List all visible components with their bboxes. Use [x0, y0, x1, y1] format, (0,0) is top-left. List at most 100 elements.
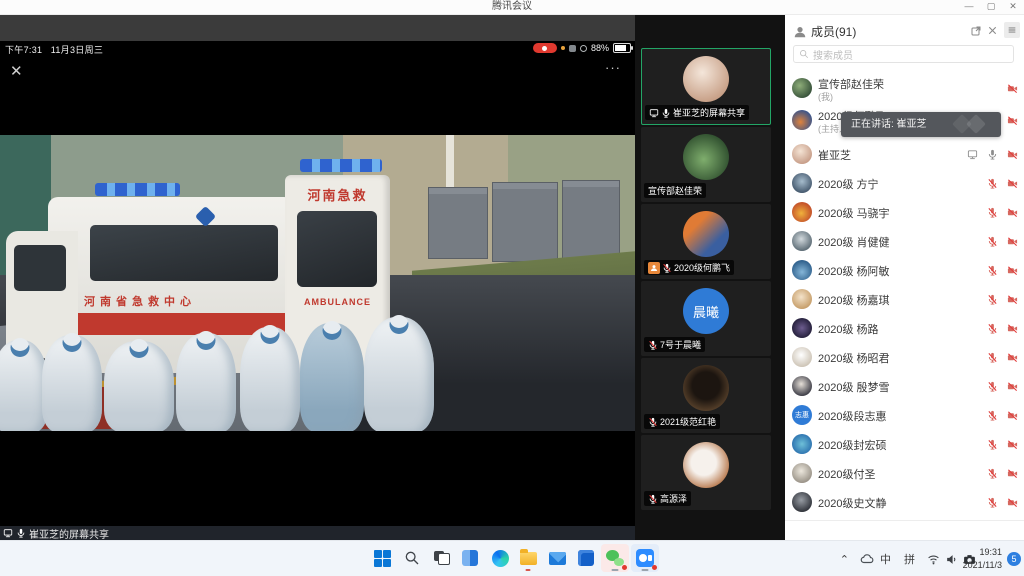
members-panel-header: 成员(91)	[785, 19, 1024, 43]
mic-off-icon[interactable]	[987, 323, 998, 334]
thumbnail-yuchenxi[interactable]: 晨曦 7号于晨曦	[641, 281, 771, 356]
camera-off-icon[interactable]	[1007, 83, 1018, 94]
start-button[interactable]	[368, 544, 396, 572]
maximize-button[interactable]: ▢	[980, 0, 1002, 14]
volume-button[interactable]	[945, 541, 958, 576]
cloud-icon	[860, 552, 874, 566]
phone-time: 下午7:31	[5, 45, 42, 55]
mail-button[interactable]	[543, 544, 571, 572]
thumbnail-cuiyazhi-share[interactable]: 崔亚芝的屏幕共享	[641, 48, 771, 125]
medic-figure	[176, 333, 236, 431]
member-row[interactable]: 崔亚芝	[785, 140, 1024, 169]
member-row[interactable]: 宣传部赵佳荣 (我)	[785, 74, 1024, 103]
watermark	[952, 114, 972, 134]
mic-off-icon[interactable]	[987, 207, 998, 218]
notification-badge[interactable]: 5	[1007, 552, 1021, 566]
avatar	[792, 376, 812, 396]
camera-off-icon[interactable]	[1007, 497, 1018, 508]
blue-app-button[interactable]	[572, 544, 600, 572]
thumbnail-zhaojiarong[interactable]: 宣传部赵佳荣	[641, 127, 771, 202]
battery-icon	[613, 43, 631, 53]
clock[interactable]: 19:31 2021/11/3	[963, 546, 1002, 572]
mic-icon	[16, 528, 26, 538]
camera-off-icon[interactable]	[1007, 178, 1018, 189]
mic-in-use-dot-icon	[561, 46, 565, 50]
camera-off-icon[interactable]	[1007, 439, 1018, 450]
member-search-input[interactable]: 搜索成员	[793, 45, 1014, 63]
camera-off-icon[interactable]	[1007, 265, 1018, 276]
share-bottom-bar: 崔亚芝的屏幕共享	[0, 526, 635, 540]
mic-off-icon[interactable]	[987, 381, 998, 392]
member-row[interactable]: 2020级 方宁	[785, 169, 1024, 198]
mic-off-icon[interactable]	[987, 236, 998, 247]
member-row[interactable]: 2020级 肖健健	[785, 227, 1024, 256]
thumbnail-fanhongyan[interactable]: 2021级范红艳	[641, 358, 771, 433]
medic-figure	[240, 327, 300, 431]
panel-menu-button[interactable]	[1004, 22, 1020, 38]
widgets-button[interactable]	[456, 544, 484, 572]
camera-off-icon[interactable]	[1007, 236, 1018, 247]
camera-off-icon[interactable]	[1007, 468, 1018, 479]
tray-chevron[interactable]: ⌃	[835, 541, 854, 576]
avatar	[792, 110, 812, 130]
share-close-icon[interactable]: ✕	[10, 62, 23, 80]
ambulance-rear-text: AMBULANCE	[285, 297, 390, 307]
avatar	[792, 202, 812, 222]
member-row[interactable]: 2020级付圣	[785, 459, 1024, 488]
wifi-icon	[927, 553, 940, 566]
member-row[interactable]: 志惠 2020级段志惠	[785, 401, 1024, 430]
screen-share-icon	[3, 528, 13, 538]
thumbnail-hepengfei[interactable]: 2020级何鹏飞	[641, 204, 771, 279]
avatar	[792, 463, 812, 483]
member-row[interactable]: 2020级史文静	[785, 488, 1024, 517]
camera-off-icon[interactable]	[1007, 381, 1018, 392]
camera-off-icon[interactable]	[1007, 294, 1018, 305]
mic-on-icon[interactable]	[987, 149, 998, 160]
member-row[interactable]: 2020级 殷梦雪	[785, 372, 1024, 401]
ime-language-button[interactable]: 中	[875, 541, 896, 576]
thumbnail-label: 宣传部赵佳荣	[648, 184, 702, 197]
mic-off-icon[interactable]	[987, 265, 998, 276]
member-row[interactable]: 2020级 马骁宇	[785, 198, 1024, 227]
member-name: 2020级史文静	[818, 495, 886, 511]
panel-close-icon[interactable]	[987, 25, 998, 36]
member-name: 2020级封宏硕	[818, 437, 886, 453]
ime-mode-button[interactable]: 拼	[899, 541, 920, 576]
camera-off-icon[interactable]	[1007, 149, 1018, 160]
tray-time: 19:31	[963, 546, 1002, 559]
wifi-button[interactable]	[927, 541, 940, 576]
member-row[interactable]: 2020级 杨嘉琪	[785, 285, 1024, 314]
edge-button[interactable]	[486, 544, 514, 572]
tencent-meeting-button[interactable]	[631, 544, 659, 572]
camera-off-icon[interactable]	[1007, 207, 1018, 218]
avatar	[792, 347, 812, 367]
popout-icon[interactable]	[970, 25, 982, 37]
tray-cloud[interactable]	[860, 541, 874, 576]
task-view-button[interactable]	[428, 544, 456, 572]
camera-off-icon[interactable]	[1007, 352, 1018, 363]
screen-share-area: 下午7:31 11月3日周三 88% ✕ ···	[0, 14, 635, 540]
member-row[interactable]: 2020级封宏硕	[785, 430, 1024, 459]
file-explorer-button[interactable]	[514, 544, 542, 572]
camera-off-icon[interactable]	[1007, 410, 1018, 421]
mic-off-icon[interactable]	[987, 178, 998, 189]
mic-off-icon[interactable]	[987, 294, 998, 305]
member-row[interactable]: 2020级 杨路	[785, 314, 1024, 343]
share-more-icon[interactable]: ···	[605, 60, 621, 75]
ambulance-lightbar	[95, 183, 180, 196]
mic-off-icon[interactable]	[987, 468, 998, 479]
camera-off-icon[interactable]	[1007, 323, 1018, 334]
member-row[interactable]: 2020级 杨昭君	[785, 343, 1024, 372]
mic-off-icon[interactable]	[987, 439, 998, 450]
member-row[interactable]: 2020级 杨阿敏	[785, 256, 1024, 285]
taskbar-search-button[interactable]	[398, 544, 426, 572]
mic-off-icon[interactable]	[987, 352, 998, 363]
running-indicator	[642, 569, 649, 571]
mic-off-icon[interactable]	[987, 410, 998, 421]
thumbnail-gaoyuanze[interactable]: 高源泽	[641, 435, 771, 510]
mic-off-icon[interactable]	[987, 497, 998, 508]
camera-off-icon[interactable]	[1007, 115, 1018, 126]
wechat-button[interactable]	[601, 544, 629, 572]
close-button[interactable]: ✕	[1002, 0, 1024, 14]
minimize-button[interactable]: —	[958, 0, 980, 14]
